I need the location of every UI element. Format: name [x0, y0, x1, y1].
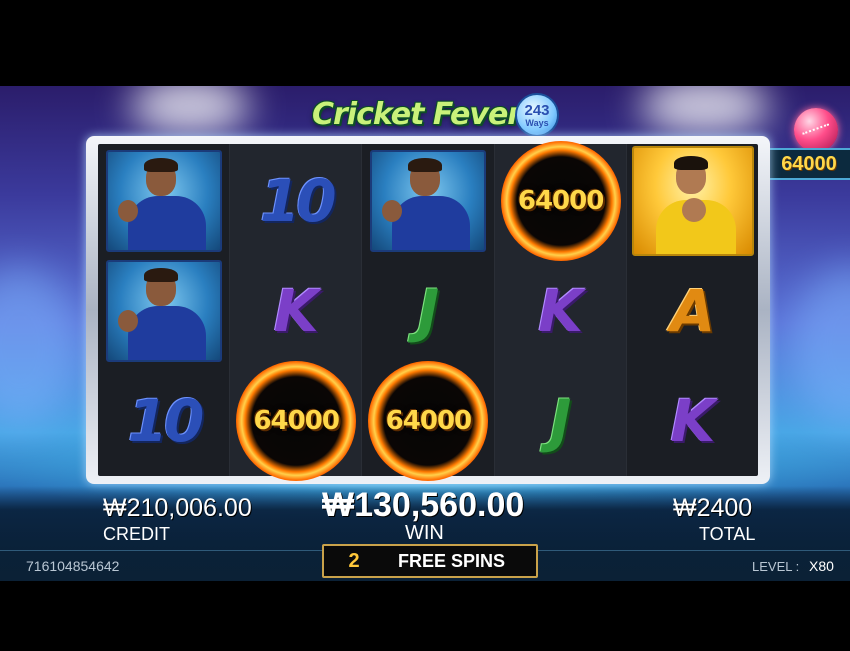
cricketer-body	[128, 306, 206, 360]
free-spins-count: 2	[348, 549, 360, 572]
total-bet-label: TOTAL	[699, 524, 756, 544]
cricketer-body	[392, 196, 471, 250]
credit-value: ₩210,006.00	[103, 494, 252, 522]
reel-1: 10	[98, 144, 231, 476]
cricketer-symbol	[370, 150, 487, 252]
info-bar: ₩210,006.00 CREDIT ₩130,560.00 WIN ₩2400…	[0, 486, 850, 581]
credit-label: CREDIT	[103, 524, 170, 544]
total-bet-value[interactable]: ₩2400	[673, 494, 752, 523]
reel-symbol: 64000	[495, 141, 627, 261]
reel-symbol: A	[627, 256, 759, 366]
fire-ring-bonus-symbol: 64000	[236, 361, 357, 481]
cricketer-symbol	[106, 260, 222, 362]
reel-symbol: J	[495, 366, 627, 476]
symbol-j: J	[549, 387, 572, 455]
reel-symbol	[627, 146, 759, 256]
reel-symbol: 64000	[362, 361, 494, 481]
stadium-glow-left	[0, 266, 80, 426]
gold-cricketer-symbol	[631, 146, 754, 256]
stadium-light-right	[640, 86, 770, 136]
ways-badge: 243 Ways	[515, 93, 559, 137]
symbol-a: A	[670, 277, 716, 345]
stadium-glow-right	[790, 266, 850, 426]
symbol-k: K	[273, 277, 319, 345]
reel-symbol	[98, 146, 230, 256]
game-title: Cricket Fever	[312, 96, 522, 132]
game-title-text: Cricket Fever	[312, 96, 522, 132]
reel-symbol: K	[495, 256, 627, 366]
reel-4: 64000 K J	[494, 141, 627, 476]
level-label: LEVEL :	[752, 559, 800, 574]
stadium-light-left	[130, 86, 250, 136]
reel-symbol	[362, 146, 494, 256]
free-spins-counter: 2 FREE SPINS	[322, 544, 538, 578]
game-stage: Cricket Fever 243 Ways 64000 10 10 K 64000 J…	[0, 86, 850, 581]
reel-symbol: 64000	[230, 361, 362, 481]
reel-frame: 10 10 K 64000 J 64000 64000 K J A K	[86, 136, 770, 484]
reel-symbol: K	[627, 366, 759, 476]
cricketer-fist	[681, 198, 706, 222]
fire-ring-bonus-symbol: 64000	[368, 361, 489, 481]
reel-2: 10 K 64000	[230, 144, 363, 481]
level-value: X80	[809, 558, 834, 574]
cricketer-hair	[144, 158, 178, 172]
reel-5: AK	[627, 144, 758, 476]
symbol-10: 10	[127, 387, 205, 455]
reel-3: J 64000	[362, 144, 495, 481]
bonus-value: 64000	[253, 406, 339, 436]
symbol-k: K	[538, 277, 584, 345]
reel-grid: 10 10 K 64000 J 64000 64000 K J A K	[98, 141, 758, 481]
reel-symbol	[98, 256, 230, 366]
cricketer-body	[128, 196, 206, 250]
jackpot-value: 64000	[781, 152, 837, 175]
fire-ring-bonus-symbol: 64000	[500, 141, 621, 261]
round-id: 716104854642	[26, 558, 120, 574]
cricket-ball-icon	[794, 108, 838, 152]
ways-label: Ways	[525, 117, 549, 128]
cricketer-hair	[408, 158, 443, 172]
symbol-10: 10	[259, 167, 337, 235]
game-logo: Cricket Fever 243 Ways	[312, 91, 559, 137]
reel-symbol: J	[362, 256, 494, 366]
reel-symbol: 10	[230, 146, 362, 256]
win-value: ₩130,560.00	[322, 486, 525, 524]
cricketer-hair	[144, 268, 178, 282]
bonus-value: 64000	[517, 186, 604, 216]
cricketer-fist	[118, 310, 138, 332]
cricketer-symbol	[106, 150, 222, 252]
reel-symbol: 10	[98, 366, 230, 476]
symbol-j: J	[417, 277, 440, 345]
jackpot-display: 64000	[764, 148, 850, 180]
win-label: WIN	[405, 522, 444, 544]
reel-symbol: K	[230, 256, 362, 366]
symbol-k: K	[670, 387, 716, 455]
cricketer-hair	[673, 156, 708, 170]
bonus-value: 64000	[385, 406, 472, 436]
cricketer-fist	[118, 200, 138, 222]
free-spins-label: FREE SPINS	[398, 550, 506, 571]
ways-number: 243	[524, 101, 550, 119]
